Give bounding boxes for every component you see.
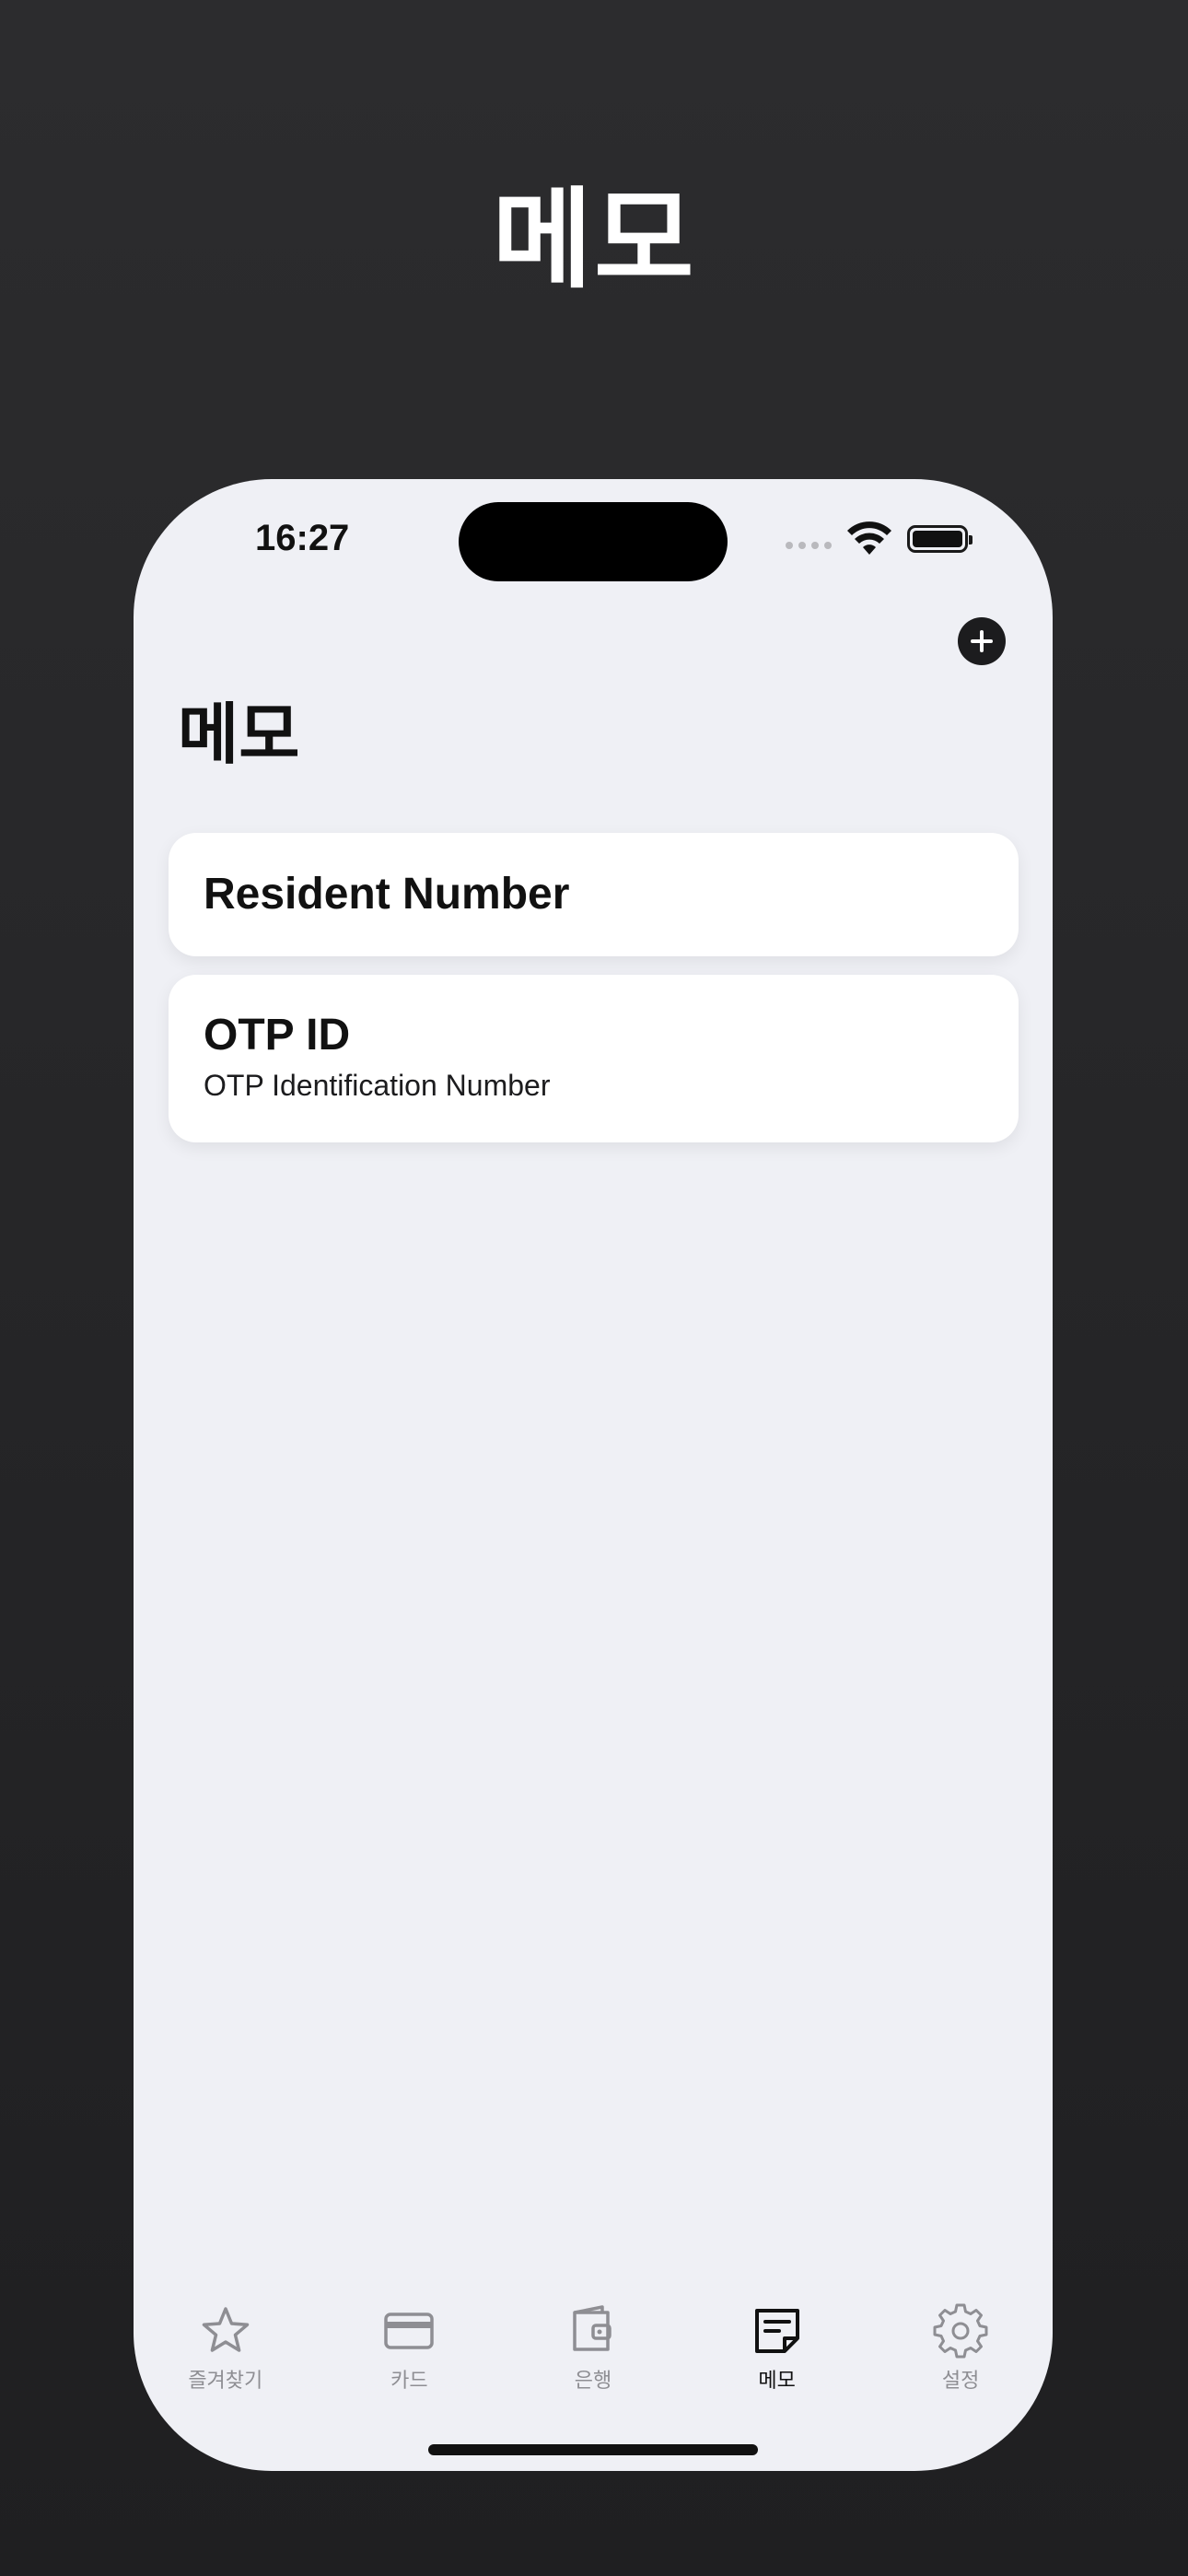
tab-memo[interactable]: 메모 xyxy=(685,2303,869,2405)
memo-subtitle: OTP Identification Number xyxy=(204,1069,551,1102)
add-memo-button[interactable] xyxy=(958,617,1006,665)
tab-label: 카드 xyxy=(390,2370,428,2393)
page-title: 메모 xyxy=(178,696,300,773)
note-icon xyxy=(754,2309,799,2353)
memo-list: Resident Number OTP ID OTP Identificatio… xyxy=(169,833,1019,1161)
phone-screen: 16:27 메모 Resident Number OTP ID OTP Iden… xyxy=(134,479,1053,2471)
dynamic-island xyxy=(459,502,728,581)
cellular-signal-icon xyxy=(786,542,832,549)
tab-bar: 즐겨찾기 카드 은행 메모 설정 xyxy=(134,2303,1053,2405)
wifi-icon xyxy=(847,521,891,555)
home-indicator[interactable] xyxy=(428,2444,758,2455)
memo-title: OTP ID xyxy=(204,1011,351,1060)
tab-favorites[interactable]: 즐겨찾기 xyxy=(134,2303,318,2405)
tab-label: 설정 xyxy=(941,2370,980,2393)
tab-label: 메모 xyxy=(758,2370,796,2393)
credit-card-icon xyxy=(384,2313,435,2349)
star-icon xyxy=(202,2307,250,2352)
status-time: 16:27 xyxy=(255,518,350,558)
hero-title: 메모 xyxy=(492,176,696,303)
tab-bank[interactable]: 은행 xyxy=(501,2303,685,2405)
memo-title: Resident Number xyxy=(204,870,570,919)
tab-label: 은행 xyxy=(574,2370,612,2393)
memo-card-resident-number[interactable]: Resident Number xyxy=(169,833,1019,956)
battery-icon xyxy=(907,525,973,553)
tab-settings[interactable]: 설정 xyxy=(868,2303,1053,2405)
tab-card[interactable]: 카드 xyxy=(318,2303,502,2405)
wallet-icon xyxy=(573,2305,611,2351)
tab-label: 즐겨찾기 xyxy=(188,2370,263,2393)
gear-icon xyxy=(933,2303,988,2359)
memo-card-otp-id[interactable]: OTP ID OTP Identification Number xyxy=(169,975,1019,1142)
